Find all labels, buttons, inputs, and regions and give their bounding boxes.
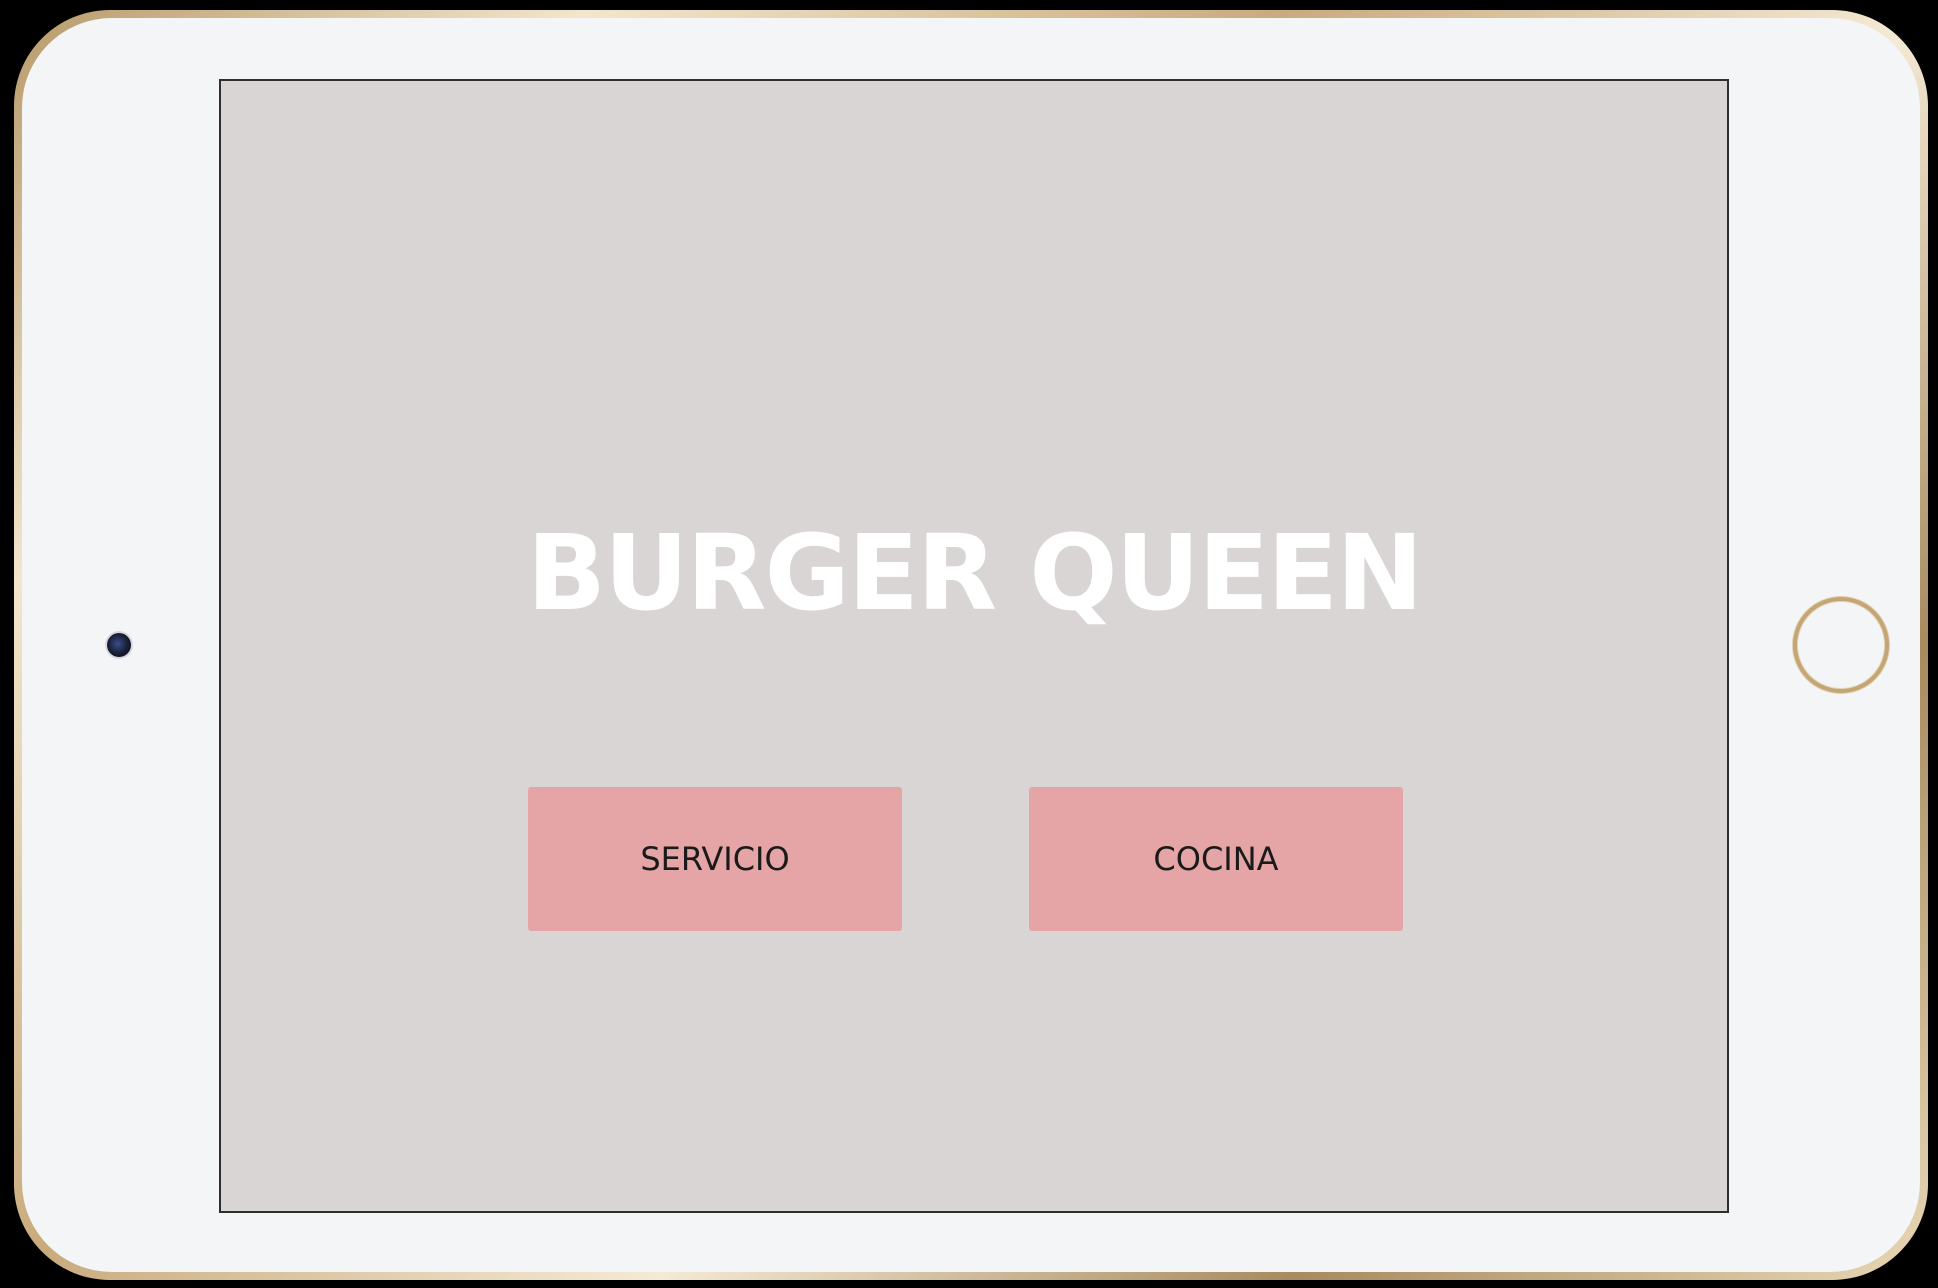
cocina-button[interactable]: COCINA bbox=[1029, 787, 1403, 931]
servicio-button[interactable]: SERVICIO bbox=[528, 787, 902, 931]
app-title: BURGER QUEEN bbox=[526, 512, 1423, 634]
device-frame: BURGER QUEEN SERVICIO COCINA bbox=[0, 0, 1938, 1288]
home-button-icon[interactable] bbox=[1793, 597, 1889, 693]
app-screen: BURGER QUEEN SERVICIO COCINA bbox=[219, 79, 1729, 1213]
front-camera-icon bbox=[107, 633, 131, 657]
